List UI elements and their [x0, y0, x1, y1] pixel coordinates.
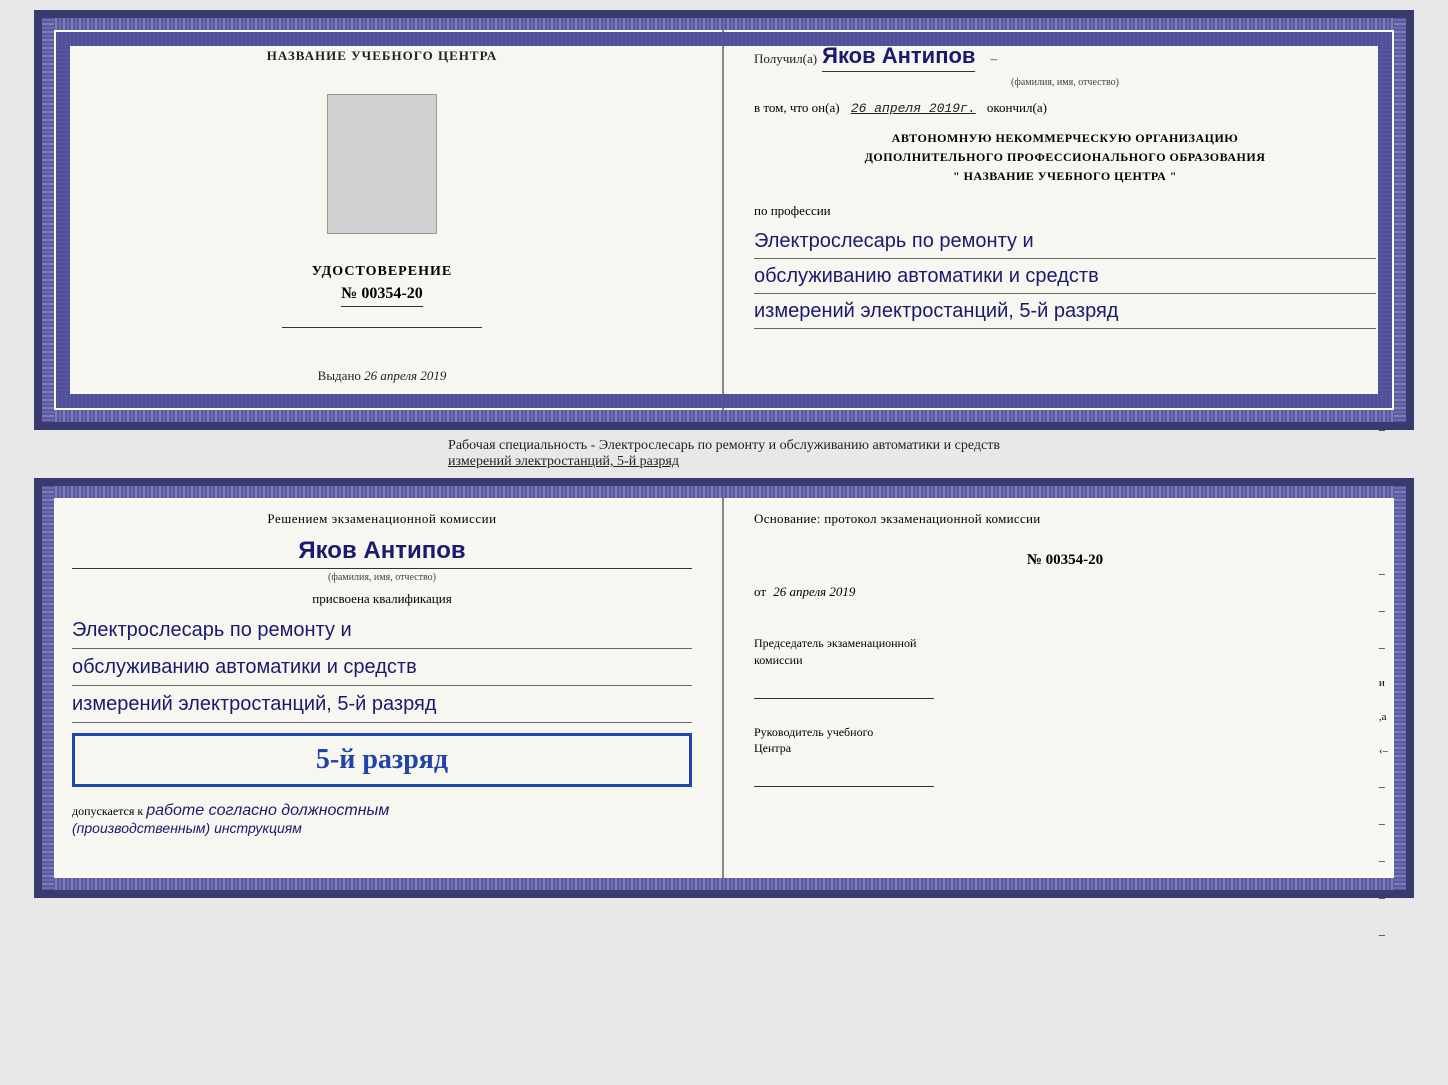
ruk-signature-line	[754, 762, 934, 787]
bdash8: –	[1379, 816, 1388, 831]
org-title-left: НАЗВАНИЕ УЧЕБНОГО ЦЕНТРА	[267, 48, 498, 64]
received-line: Получил(а) Яков Антипов –	[754, 43, 1376, 72]
dash2: –	[1379, 135, 1388, 150]
poluchil-label: Получил(а)	[754, 51, 817, 67]
ruk-title: Руководитель учебного Центра	[754, 724, 1376, 758]
profession-line1: Электрослесарь по ремонту и	[754, 224, 1376, 259]
grade-badge: 5-й разряд	[72, 733, 692, 787]
profession-text: Электрослесарь по ремонту и обслуживанию…	[754, 224, 1376, 329]
dash9: –	[1379, 385, 1388, 400]
dash10: –	[1379, 422, 1388, 437]
left-half: НАЗВАНИЕ УЧЕБНОГО ЦЕНТРА УДОСТОВЕРЕНИЕ №…	[42, 18, 724, 422]
dash8: –	[1379, 348, 1388, 363]
chairman-title-line2: комиссии	[754, 652, 1376, 669]
finished-date: 26 апреля 2019г.	[851, 101, 976, 116]
org-line2: ДОПОЛНИТЕЛЬНОГО ПРОФЕССИОНАЛЬНОГО ОБРАЗО…	[754, 148, 1376, 167]
bottom-name: Яков Антипов	[72, 537, 692, 569]
qual-line1: Электрослесарь по ремонту и	[72, 612, 692, 649]
ruk-title-line1: Руководитель учебного	[754, 724, 1376, 741]
in-that-line: в том, что он(а) 26 апреля 2019г. окончи…	[754, 100, 1376, 116]
profession-line2: обслуживанию автоматики и средств	[754, 259, 1376, 294]
qual-line2: обслуживанию автоматики и средств	[72, 649, 692, 686]
bdash11: –	[1379, 927, 1388, 942]
fio-label-bottom: (фамилия, имя, отчество)	[72, 572, 692, 583]
okончил-label: окончил(а)	[987, 100, 1047, 115]
chairman-signature-line	[754, 674, 934, 699]
photo-placeholder	[327, 94, 437, 234]
right-half: Получил(а) Яков Антипов – (фамилия, имя,…	[724, 18, 1406, 422]
bdash2: –	[1379, 603, 1388, 618]
dopuskaetsya-label: допускается к	[72, 804, 143, 818]
ot-label: от	[754, 584, 766, 599]
vydano-date: 26 апреля 2019	[364, 368, 446, 383]
separator-line1: Рабочая специальность - Электрослесарь п…	[448, 438, 1000, 454]
chairman-title: Председатель экзаменационной комиссии	[754, 635, 1376, 669]
separator-line2: измерений электростанций, 5-й разряд	[448, 454, 1000, 470]
dopuskaetsya-block: допускается к работе согласно должностны…	[72, 802, 692, 820]
bdash9: –	[1379, 853, 1388, 868]
separator-block: Рабочая специальность - Электрослесарь п…	[388, 432, 1060, 476]
work-text2: (производственным) инструкциям	[72, 820, 692, 836]
bdash10: –	[1379, 890, 1388, 905]
cert-number: № 00354-20	[341, 285, 422, 307]
v-tom-chto-label: в том, что он(а)	[754, 100, 840, 115]
bdash5: ,а	[1379, 711, 1388, 723]
udost-label: УДОСТОВЕРЕНИЕ	[312, 264, 452, 280]
page-wrapper: НАЗВАНИЕ УЧЕБНОГО ЦЕНТРА УДОСТОВЕРЕНИЕ №…	[10, 10, 1438, 898]
ruk-title-line2: Центра	[754, 740, 1376, 757]
vydano-label: Выдано	[318, 368, 361, 383]
proto-from: от 26 апреля 2019	[754, 584, 1376, 600]
bdash4: и	[1379, 677, 1388, 689]
org-line3: " НАЗВАНИЕ УЧЕБНОГО ЦЕНТРА "	[754, 167, 1376, 186]
dash4: и	[1379, 209, 1388, 221]
grade-text: 5-й разряд	[93, 744, 671, 776]
right-dashes-bottom: – – – и ,а ‹– – – – – –	[1379, 566, 1388, 942]
dash5: ,а	[1379, 243, 1388, 255]
org-block: АВТОНОМНУЮ НЕКОММЕРЧЕСКУЮ ОРГАНИЗАЦИЮ ДО…	[754, 129, 1376, 187]
prisvoena-label: присвоена квалификация	[72, 591, 692, 607]
qual-line3: измерений электростанций, 5-й разряд	[72, 686, 692, 723]
cert-number-block: УДОСТОВЕРЕНИЕ № 00354-20	[312, 264, 452, 307]
bdash3: –	[1379, 640, 1388, 655]
right-dashes-top: – – – и ,а ‹– – – – –	[1379, 98, 1388, 437]
po-professii-label: по профессии	[754, 203, 1376, 219]
dash3: –	[1379, 172, 1388, 187]
chairman-title-line1: Председатель экзаменационной	[754, 635, 1376, 652]
org-line1: АВТОНОМНУЮ НЕКОММЕРЧЕСКУЮ ОРГАНИЗАЦИЮ	[754, 129, 1376, 148]
dash7: –	[1379, 311, 1388, 326]
recipient-name: Яков Антипов	[822, 43, 975, 72]
proto-no: № 00354-20	[754, 552, 1376, 569]
dash6: ‹–	[1379, 277, 1388, 289]
proto-date: 26 апреля 2019	[773, 584, 855, 599]
bottom-document: Решением экзаменационной комиссии Яков А…	[34, 478, 1414, 898]
decision-text: Решением экзаменационной комиссии	[72, 511, 692, 527]
ruk-block: Руководитель учебного Центра	[754, 724, 1376, 793]
cert-issued: Выдано 26 апреля 2019	[318, 368, 447, 384]
bdash7: –	[1379, 779, 1388, 794]
dash1: –	[1379, 98, 1388, 113]
bdash6: ‹–	[1379, 745, 1388, 757]
top-document: НАЗВАНИЕ УЧЕБНОГО ЦЕНТРА УДОСТОВЕРЕНИЕ №…	[34, 10, 1414, 430]
work-text: работе согласно должностным	[146, 802, 389, 819]
bottom-right: Основание: протокол экзаменационной коми…	[724, 486, 1406, 890]
bdash1: –	[1379, 566, 1388, 581]
fio-label-top: (фамилия, имя, отчество)	[754, 77, 1376, 88]
osnov-text: Основание: протокол экзаменационной коми…	[754, 511, 1376, 527]
chairman-block: Председатель экзаменационной комиссии	[754, 635, 1376, 704]
qualification-text: Электрослесарь по ремонту и обслуживанию…	[72, 612, 692, 723]
profession-line3: измерений электростанций, 5-й разряд	[754, 294, 1376, 329]
mp-label: М.П.	[67, 392, 92, 407]
bottom-left: Решением экзаменационной комиссии Яков А…	[42, 486, 724, 890]
